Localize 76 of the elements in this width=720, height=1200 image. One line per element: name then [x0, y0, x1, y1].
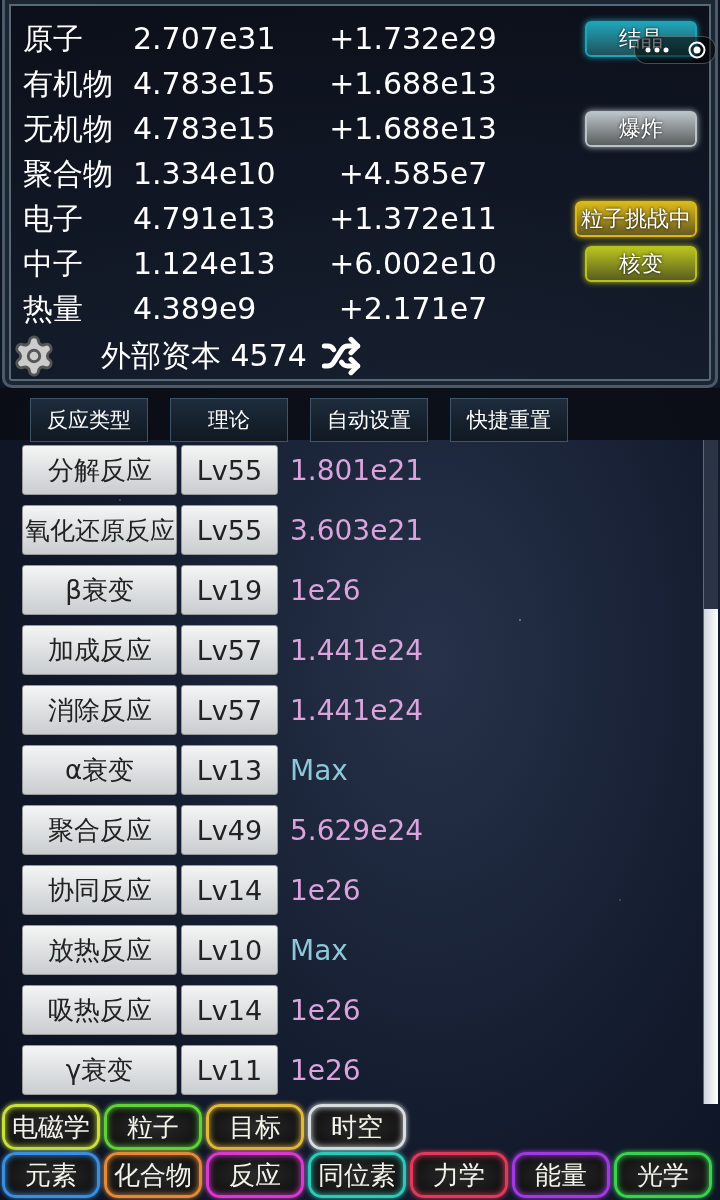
level-button[interactable]: Lv14 — [181, 865, 278, 915]
reaction-button[interactable]: 协同反应 — [22, 865, 177, 915]
reaction-button[interactable]: 聚合反应 — [22, 805, 177, 855]
shuffle-icon[interactable] — [320, 336, 361, 376]
resource-amount: 1.124e13 — [133, 248, 277, 279]
resource-rate: +6.002e10 — [328, 248, 498, 279]
cost-text: 1e26 — [290, 993, 361, 1027]
action-button[interactable]: 粒子挑战中 — [575, 200, 697, 237]
cost-text: 3.603e21 — [290, 513, 423, 547]
resource-rate: +4.585e7 — [337, 158, 489, 189]
reaction-button[interactable]: β衰变 — [22, 565, 177, 615]
nav-button[interactable]: 元素 — [2, 1152, 100, 1198]
resource-rate: +2.171e7 — [337, 293, 489, 324]
reaction-button[interactable]: 放热反应 — [22, 925, 177, 975]
nav-button[interactable]: 同位素 — [308, 1152, 406, 1198]
level-button[interactable]: Lv57 — [181, 685, 278, 735]
resource-name: 无机物 — [23, 113, 114, 144]
level-button[interactable]: Lv11 — [181, 1045, 278, 1095]
level-button[interactable]: Lv14 — [181, 985, 278, 1035]
nav-button[interactable]: 力学 — [410, 1152, 508, 1198]
level-button[interactable]: Lv57 — [181, 625, 278, 675]
level-button[interactable]: Lv49 — [181, 805, 278, 855]
level-button[interactable]: Lv10 — [181, 925, 278, 975]
cost-text: 5.629e24 — [290, 813, 423, 847]
close-icon[interactable] — [687, 41, 706, 59]
cost-text: 1.801e21 — [290, 453, 423, 487]
resource-name: 中子 — [23, 248, 84, 279]
more-icon[interactable] — [644, 47, 669, 53]
resource-name: 有机物 — [23, 68, 114, 99]
reaction-button[interactable]: 消除反应 — [22, 685, 177, 735]
nav-button[interactable]: 能量 — [512, 1152, 610, 1198]
resource-amount: 4.791e13 — [133, 203, 277, 234]
reaction-button[interactable]: 加成反应 — [22, 625, 177, 675]
level-button[interactable]: Lv55 — [181, 505, 278, 555]
tab[interactable]: 理论 — [170, 398, 288, 442]
resource-amount: 2.707e31 — [133, 23, 277, 54]
resource-rate: +1.732e29 — [328, 23, 498, 54]
resource-amount: 4.783e15 — [133, 113, 277, 144]
nav-button[interactable]: 光学 — [614, 1152, 712, 1198]
level-button[interactable]: Lv13 — [181, 745, 278, 795]
tab[interactable]: 反应类型 — [30, 398, 148, 442]
cost-text: 1.441e24 — [290, 693, 423, 727]
resource-amount: 4.389e9 — [133, 293, 258, 324]
resource-amount: 1.334e10 — [133, 158, 277, 189]
cost-text: 1e26 — [290, 873, 361, 907]
cost-text: Max — [290, 933, 348, 967]
nav-button[interactable]: 化合物 — [104, 1152, 202, 1198]
cost-text: 1e26 — [290, 1053, 361, 1087]
tab[interactable]: 快捷重置 — [450, 398, 568, 442]
nav-button[interactable]: 粒子 — [104, 1104, 202, 1150]
tab[interactable]: 自动设置 — [310, 398, 428, 442]
reaction-button[interactable]: 分解反应 — [22, 445, 177, 495]
cost-text: 1e26 — [290, 573, 361, 607]
level-button[interactable]: Lv19 — [181, 565, 278, 615]
resource-amount: 4.783e15 — [133, 68, 277, 99]
resource-rate: +1.688e13 — [328, 113, 498, 144]
resource-rate: +1.688e13 — [328, 68, 498, 99]
nav-button[interactable]: 时空 — [308, 1104, 406, 1150]
reaction-button[interactable]: 吸热反应 — [22, 985, 177, 1035]
reaction-button[interactable]: 氧化还原反应 — [22, 505, 177, 555]
action-button[interactable]: 结晶 — [585, 20, 697, 57]
resource-name: 电子 — [23, 203, 84, 234]
nav-button[interactable]: 目标 — [206, 1104, 304, 1150]
reaction-button[interactable]: γ衰变 — [22, 1045, 177, 1095]
cost-text: 1.441e24 — [290, 633, 423, 667]
resource-name: 聚合物 — [23, 158, 114, 189]
nav-button[interactable]: 电磁学 — [2, 1104, 100, 1150]
scroll-bar[interactable] — [703, 440, 718, 1104]
nav-button[interactable]: 反应 — [206, 1152, 304, 1198]
resource-name: 热量 — [23, 293, 84, 324]
cost-text: Max — [290, 753, 348, 787]
reaction-button[interactable]: α衰变 — [22, 745, 177, 795]
level-button[interactable]: Lv55 — [181, 445, 278, 495]
capital-label: 外部资本 4574 — [101, 341, 307, 371]
resource-name: 原子 — [23, 23, 84, 54]
resource-rate: +1.372e11 — [328, 203, 498, 234]
